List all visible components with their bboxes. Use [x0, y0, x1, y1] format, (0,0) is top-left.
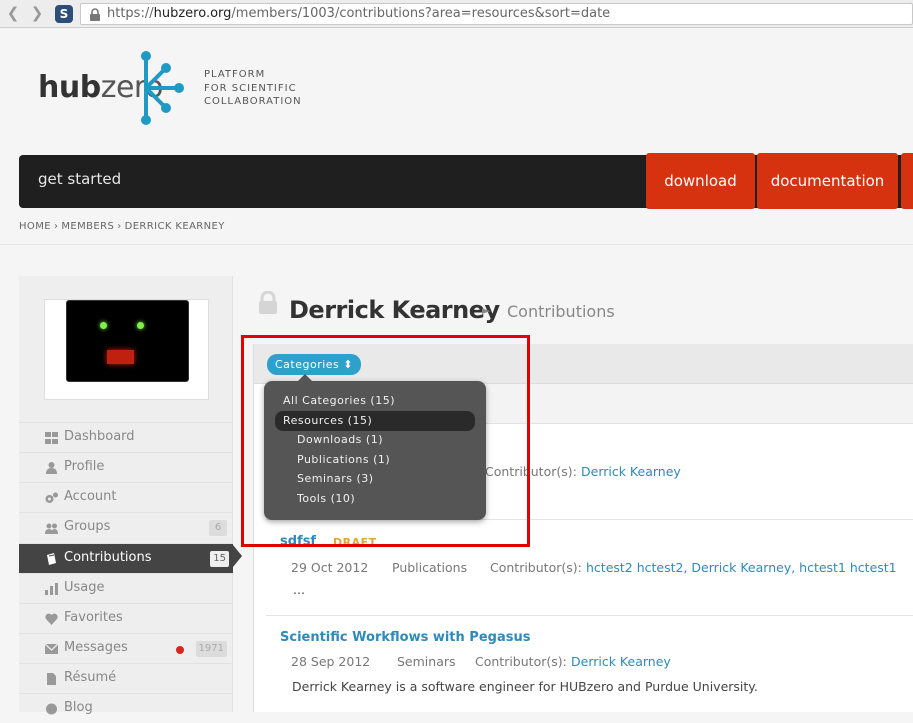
sidebar-item-messages[interactable]: Messages 1971	[19, 633, 233, 663]
sidebar-item-dashboard[interactable]: Dashboard	[19, 422, 233, 452]
title-separator-icon: ►	[482, 304, 491, 317]
result-date: 28 Sep 2012	[291, 654, 371, 669]
sidebar-item-label: Favorites	[64, 610, 123, 625]
blog-icon	[46, 703, 57, 715]
unread-indicator	[176, 646, 184, 654]
forward-button[interactable]: ❯	[28, 4, 46, 22]
url-text: https://hubzero.org/members/1003/contrib…	[107, 6, 611, 21]
sidebar-item-label: Résumé	[64, 670, 117, 685]
breadcrumb-separator: ›	[53, 221, 59, 232]
result-description: Derrick Kearney is a software engineer f…	[292, 679, 758, 694]
profile-icon	[46, 462, 57, 474]
list-item: Scientific Workflows with Pegasus 28 Sep…	[266, 616, 913, 712]
contributions-icon	[47, 553, 56, 565]
messages-count-badge: 1971	[195, 641, 227, 657]
contributors-label: Contributor(s):	[490, 560, 582, 575]
lock-icon	[90, 8, 100, 21]
sidebar-item-label: Dashboard	[64, 429, 135, 444]
active-indicator	[233, 545, 242, 567]
avatar-eye	[100, 322, 107, 329]
main-nav: get started download documentation	[19, 153, 913, 209]
sidebar-item-resume[interactable]: Résumé	[19, 663, 233, 693]
site-identity-icon[interactable]: S	[55, 5, 73, 23]
contributions-count-badge: 15	[210, 551, 229, 567]
sidebar-item-label: Blog	[64, 700, 93, 715]
document-icon	[47, 673, 56, 685]
contributor-link[interactable]: hctest2 hctest2, Derrick Kearney, hctest…	[586, 560, 897, 575]
section-title: Contributions	[507, 302, 615, 321]
highlight-annotation	[241, 335, 530, 547]
dashboard-icon	[45, 432, 58, 444]
contributor-link[interactable]: Derrick Kearney	[571, 654, 671, 669]
heart-icon	[45, 613, 58, 625]
sidebar-item-contributions[interactable]: Contributions 15	[19, 543, 242, 573]
contributor-link[interactable]: Derrick Kearney	[581, 464, 681, 479]
browser-toolbar: ❮ ❯ S https://hubzero.org/members/1003/c…	[0, 0, 913, 28]
sidebar-item-label: Account	[64, 489, 117, 504]
groups-count-badge: 6	[209, 520, 227, 536]
nav-download[interactable]: download	[646, 153, 755, 209]
avatar-frame	[44, 299, 209, 400]
member-name: Derrick Kearney	[289, 296, 500, 324]
sidebar-item-profile[interactable]: Profile	[19, 452, 233, 482]
sidebar-item-label: Contributions	[64, 550, 152, 565]
nav-more[interactable]	[901, 153, 913, 209]
divider	[0, 244, 913, 245]
hubzero-logo-icon	[141, 51, 184, 125]
sidebar-item-blog[interactable]: Blog	[19, 693, 233, 723]
avatar-mouth	[107, 350, 134, 364]
sidebar-item-label: Groups	[64, 519, 111, 534]
sidebar-item-usage[interactable]: Usage	[19, 573, 233, 603]
breadcrumb-member[interactable]: DERRICK KEARNEY	[125, 221, 225, 232]
result-date: 29 Oct 2012	[291, 560, 369, 575]
avatar[interactable]	[66, 300, 189, 382]
avatar-eye	[137, 322, 144, 329]
breadcrumb-members[interactable]: MEMBERS	[61, 221, 114, 232]
sidebar-item-label: Usage	[64, 580, 105, 595]
usage-icon	[45, 583, 58, 595]
envelope-icon	[45, 643, 58, 654]
groups-icon	[45, 523, 58, 534]
result-title[interactable]: Scientific Workflows with Pegasus	[280, 630, 530, 645]
sidebar-item-favorites[interactable]: Favorites	[19, 603, 233, 633]
lock-icon	[259, 291, 277, 314]
result-category: Seminars	[397, 654, 456, 669]
breadcrumb-home[interactable]: HOME	[19, 221, 51, 232]
tagline: PLATFORM FOR SCIENTIFIC COLLABORATION	[204, 69, 302, 107]
breadcrumb: HOME › MEMBERS › DERRICK KEARNEY	[19, 221, 225, 232]
address-bar[interactable]: https://hubzero.org/members/1003/contrib…	[80, 3, 913, 25]
nav-documentation[interactable]: documentation	[757, 153, 898, 209]
contributors-label: Contributor(s):	[475, 654, 567, 669]
sidebar-item-label: Profile	[64, 459, 105, 474]
nav-get-started[interactable]: get started	[38, 170, 121, 188]
sidebar-item-account[interactable]: Account	[19, 482, 233, 512]
sidebar-item-label: Messages	[64, 640, 128, 655]
breadcrumb-separator: ›	[117, 221, 122, 232]
result-description: ...	[293, 582, 305, 597]
member-sidebar: Dashboard Profile Account Groups 6 Contr…	[19, 276, 242, 715]
result-category: Publications	[392, 560, 468, 575]
sidebar-item-groups[interactable]: Groups 6	[19, 512, 233, 542]
account-icon	[45, 492, 58, 503]
back-button[interactable]: ❮	[4, 4, 22, 22]
